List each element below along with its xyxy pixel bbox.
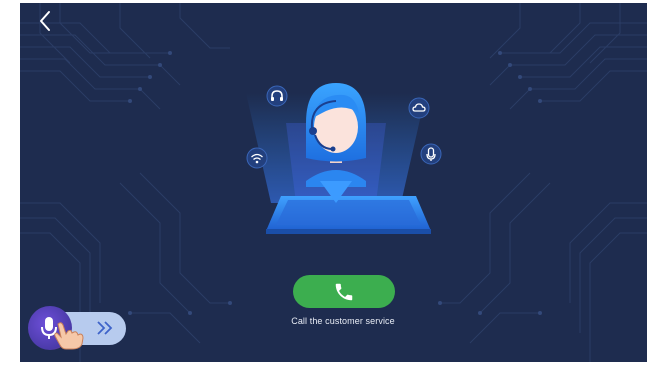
chevron-left-icon (40, 11, 50, 31)
microphone-icon (420, 143, 442, 165)
phone-icon (335, 283, 353, 300)
wifi-icon (246, 147, 268, 169)
call-customer-service-label: Call the customer service (291, 316, 395, 326)
call-customer-service-button[interactable] (293, 275, 395, 308)
back-button[interactable] (32, 8, 58, 34)
cloud-icon (408, 97, 430, 119)
double-chevron-right-icon (97, 321, 113, 335)
customer-service-screen: Call the customer service (20, 3, 647, 362)
voice-slider[interactable] (28, 306, 126, 350)
hand-pointer-icon (54, 322, 84, 350)
headphones-icon (266, 85, 288, 107)
